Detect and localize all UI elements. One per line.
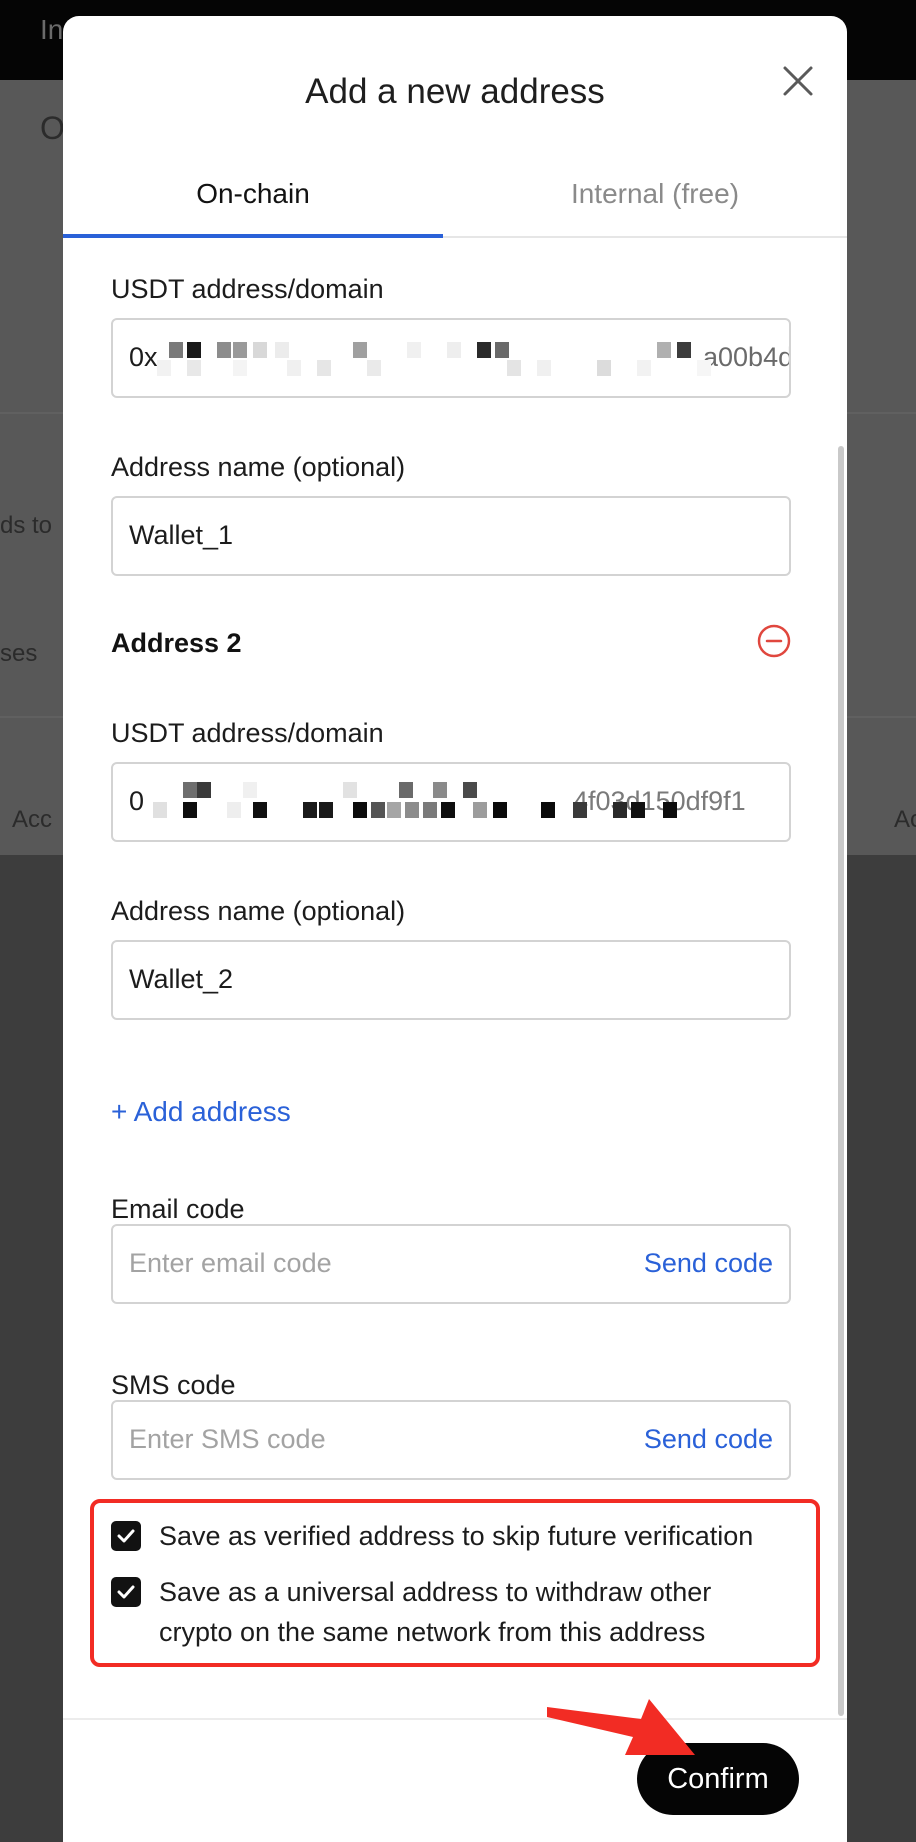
universal-address-checkbox[interactable] [111, 1577, 141, 1607]
verified-address-label: Save as verified address to skip future … [159, 1521, 754, 1551]
universal-address-label-line-2: crypto on the same network from this add… [159, 1617, 706, 1647]
redaction-mosaic [157, 342, 777, 382]
address-value: 0 [129, 786, 145, 816]
address-name-value: Wallet_2 [129, 964, 234, 994]
background-text-snippet: Ac [894, 806, 916, 833]
address-label: USDT address/domain [111, 274, 384, 304]
address-input[interactable]: 0 4f03d150df9f1 [111, 762, 791, 842]
address-type-tabs: On-chain Internal (free) [63, 156, 847, 238]
tab-on-chain[interactable]: On-chain [63, 178, 443, 210]
address-input[interactable]: 0x a00b4d8 [111, 318, 791, 398]
address-name-label: Address name (optional) [111, 452, 406, 482]
address-name-value: Wallet_1 [129, 520, 234, 550]
annotation-arrow-icon [545, 1693, 695, 1778]
address-name-label: Address name (optional) [111, 896, 406, 926]
address-2-title: Address 2 [111, 628, 242, 658]
background-section-letter: O [40, 110, 65, 146]
verified-address-checkbox[interactable] [111, 1521, 141, 1551]
universal-address-label-line-1: Save as a universal address to withdraw … [159, 1577, 712, 1607]
minus-circle-icon[interactable] [757, 624, 791, 658]
tab-internal[interactable]: Internal (free) [463, 178, 847, 210]
background-text-snippet: Acc [12, 806, 53, 833]
modal-title: Add a new address [305, 72, 605, 111]
background-text-snippet: ds to [0, 512, 53, 539]
close-icon[interactable] [775, 58, 821, 104]
background-top-bar-text: In [40, 14, 64, 45]
send-sms-code-button[interactable]: Send code [644, 1424, 773, 1455]
active-tab-indicator [63, 234, 443, 238]
email-code-label: Email code [111, 1194, 245, 1224]
redaction-mosaic [143, 782, 783, 826]
add-address-modal: Add a new address On-chain Internal (fre… [63, 16, 847, 1842]
address-value: 0x [129, 342, 158, 372]
add-address-link[interactable]: + Add address [111, 1096, 291, 1128]
sms-code-input[interactable]: Enter SMS code Send code [111, 1400, 791, 1480]
address-name-input[interactable]: Wallet_2 [111, 940, 791, 1020]
email-code-input[interactable]: Enter email code Send code [111, 1224, 791, 1304]
send-email-code-button[interactable]: Send code [644, 1248, 773, 1279]
address-name-input[interactable]: Wallet_1 [111, 496, 791, 576]
address-label: USDT address/domain [111, 718, 384, 748]
footer-divider [63, 1718, 847, 1720]
sms-code-label: SMS code [111, 1370, 236, 1400]
scrollbar[interactable] [838, 446, 844, 1716]
email-code-placeholder: Enter email code [129, 1248, 332, 1278]
background-text-snippet: ses [0, 640, 38, 667]
sms-code-placeholder: Enter SMS code [129, 1424, 326, 1454]
